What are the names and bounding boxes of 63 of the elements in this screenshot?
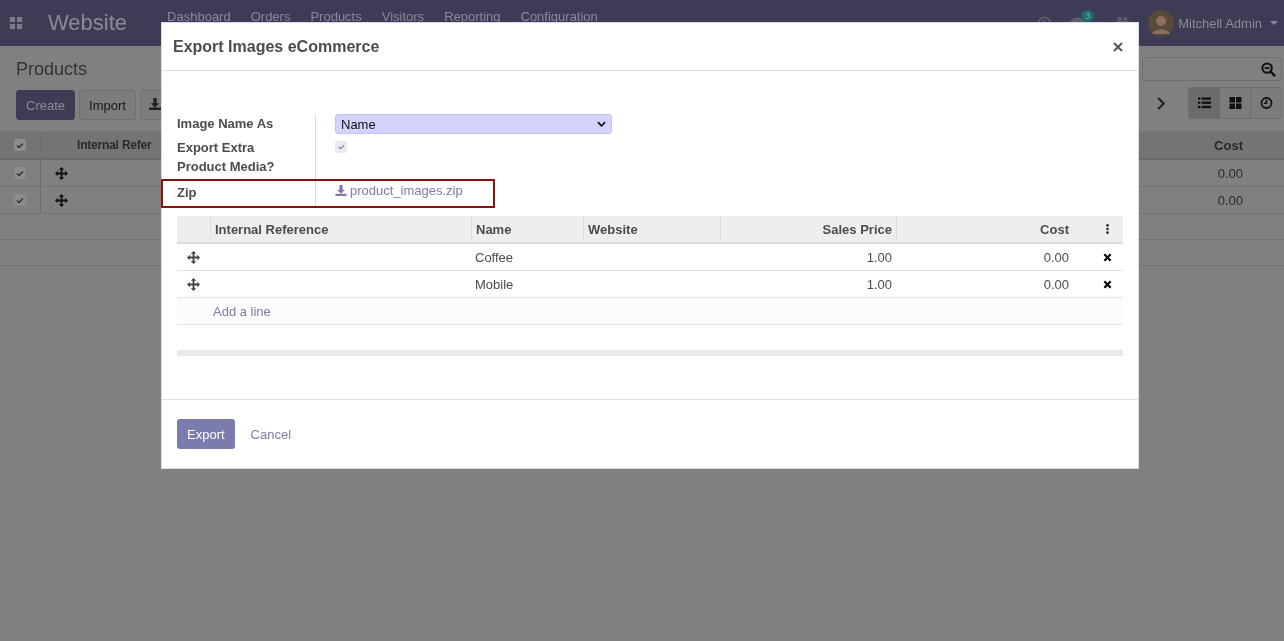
activity-view-button[interactable] [1250,87,1282,119]
check-icon [16,141,24,149]
download-icon [335,185,347,196]
check-icon [337,144,345,150]
toolbar-button[interactable]: Import [79,90,136,120]
table-cell-text: 0.00 [1042,249,1070,265]
column-header[interactable]: Website [583,216,720,242]
checkbox[interactable] [14,167,26,179]
drag-handle-icon[interactable] [187,277,200,291]
grid-icon [1228,97,1242,109]
check-icon [16,169,24,177]
column-header[interactable]: Cost [1164,137,1284,153]
cancel-button[interactable]: Cancel [240,419,302,449]
search-icon[interactable] [1261,61,1276,77]
menu-item[interactable]: Visitors [381,9,425,24]
check-icon [16,196,24,204]
menu-item[interactable]: Configuration [520,9,598,24]
download-link[interactable]: product_images.zip [335,181,497,198]
more-options-icon[interactable] [1106,224,1109,234]
clock-icon [1259,97,1273,109]
add-line-link[interactable]: Add a line [213,303,271,319]
table-cell-text: 0.00 [1042,276,1070,292]
apps-menu-icon[interactable] [10,17,22,29]
list-view-button[interactable] [1188,87,1220,119]
dialog-title: Export Images eCommerce [173,37,380,56]
checkbox[interactable] [14,194,26,206]
table-cell-text: 1.00 [865,276,893,292]
select-field[interactable]: Name [335,114,612,134]
toolbar-button[interactable]: Create [16,90,76,120]
caret-icon[interactable] [597,121,606,127]
table-cell-text: 0.00 [1216,165,1244,181]
delete-icon[interactable] [1103,279,1112,289]
field-label: Zip [177,181,316,206]
user-name[interactable]: Mitchell Admin [1178,15,1262,31]
next-page-icon[interactable] [1157,96,1165,110]
menu-item[interactable]: Orders [250,9,291,24]
field-label: Export Extra Product Media? [177,135,316,179]
table-cell-text: 0.00 [1216,192,1244,208]
field-label: Image Name As [177,114,316,135]
menu-item[interactable]: Dashboard [167,9,231,24]
message-count-badge: 3 [1081,9,1095,22]
checkbox[interactable] [14,139,26,151]
table-cell-text: Coffee [474,249,515,265]
list-icon [1197,97,1211,109]
delete-icon[interactable] [1103,252,1112,262]
drag-handle-icon[interactable] [54,166,68,180]
table-cell-text: 1.00 [865,249,893,265]
download-icon [148,97,161,110]
column-header[interactable]: Name [471,216,583,242]
column-header[interactable]: Cost [896,216,1073,242]
table-cell-text: Mobile [474,276,515,292]
kanban-view-button[interactable] [1219,87,1251,119]
column-header[interactable]: Internal Reference [210,216,471,242]
menu-item[interactable]: Products [310,9,362,24]
drag-handle-icon[interactable] [54,193,68,207]
checkbox[interactable] [335,141,347,153]
search-field[interactable] [1142,57,1282,81]
drag-handle-icon[interactable] [187,250,200,264]
page-title: Products [16,59,89,80]
column-header[interactable]: Sales Price [720,216,896,242]
app-name: Website [48,10,128,36]
menu-item[interactable]: Reporting [444,9,501,24]
export-button[interactable]: Export [177,419,235,449]
